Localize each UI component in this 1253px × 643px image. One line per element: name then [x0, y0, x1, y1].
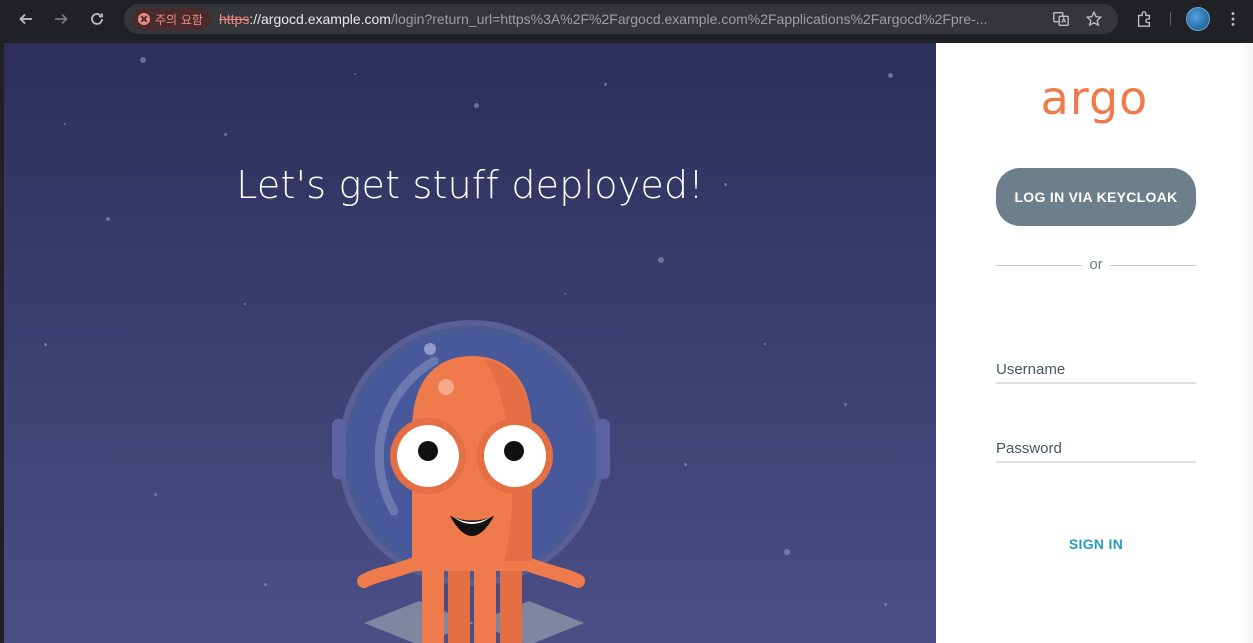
password-input[interactable]: [996, 435, 1196, 461]
star: [764, 343, 766, 345]
not-secure-label: 주의 요함: [155, 12, 203, 27]
or-divider: or: [996, 256, 1196, 274]
kebab-menu-icon[interactable]: [1220, 6, 1246, 32]
star: [154, 493, 157, 496]
star: [784, 549, 790, 555]
browser-toolbar: 주의 요함 https://argocd.example.com/login?r…: [0, 0, 1253, 38]
password-field: [996, 435, 1196, 463]
star: [64, 123, 66, 125]
star: [264, 583, 267, 586]
star: [884, 603, 887, 606]
helmet-ear-right: [596, 419, 610, 479]
star: [658, 257, 664, 263]
star: [354, 73, 356, 75]
star: [888, 73, 893, 78]
hero-section: Let's get stuff deployed!: [4, 43, 936, 643]
username-field: [996, 356, 1196, 384]
forward-icon[interactable]: [43, 4, 79, 34]
username-input[interactable]: [996, 356, 1196, 382]
star: [604, 83, 607, 86]
sign-in-button[interactable]: SIGN IN: [996, 533, 1196, 555]
hero-headline: Let's get stuff deployed!: [236, 163, 704, 207]
octopus-mascot-illustration: [332, 320, 610, 643]
toolbar-divider: [1170, 12, 1171, 26]
star: [564, 293, 566, 295]
star: [140, 57, 146, 63]
panel-edge-shadow: [1239, 43, 1253, 643]
back-icon[interactable]: [8, 4, 44, 34]
not-secure-chip[interactable]: 주의 요함: [132, 8, 211, 30]
url-path: /login?return_url=https%3A%2F%2Fargocd.e…: [390, 11, 988, 27]
login-panel: argo LOG IN VIA KEYCLOAK or SIGN IN: [936, 43, 1253, 643]
star: [474, 103, 479, 108]
keycloak-login-button[interactable]: LOG IN VIA KEYCLOAK: [996, 168, 1196, 226]
reload-icon[interactable]: [79, 4, 115, 34]
bookmark-star-icon[interactable]: [1084, 9, 1104, 29]
helmet-glint: [424, 343, 436, 355]
or-line-right: [1110, 265, 1196, 266]
star: [844, 403, 847, 406]
url-text[interactable]: https://argocd.example.com/login?return_…: [219, 11, 1039, 27]
helmet-ear-left: [332, 419, 346, 479]
url-scheme: https: [218, 11, 250, 27]
star: [106, 217, 110, 221]
page-viewport: Let's get stuff deployed! argo LOG IN VI…: [4, 43, 1253, 643]
address-bar[interactable]: 주의 요함 https://argocd.example.com/login?r…: [124, 4, 1118, 34]
extensions-icon[interactable]: [1131, 6, 1157, 32]
star: [684, 463, 687, 466]
not-secure-icon: [138, 13, 150, 25]
profile-avatar[interactable]: [1186, 7, 1210, 31]
argo-logo: argo: [1040, 71, 1149, 125]
star: [244, 303, 246, 305]
star: [44, 343, 47, 346]
translate-icon[interactable]: [1051, 9, 1071, 29]
url-host: ://argocd.example.com: [249, 11, 391, 27]
star: [224, 133, 227, 136]
